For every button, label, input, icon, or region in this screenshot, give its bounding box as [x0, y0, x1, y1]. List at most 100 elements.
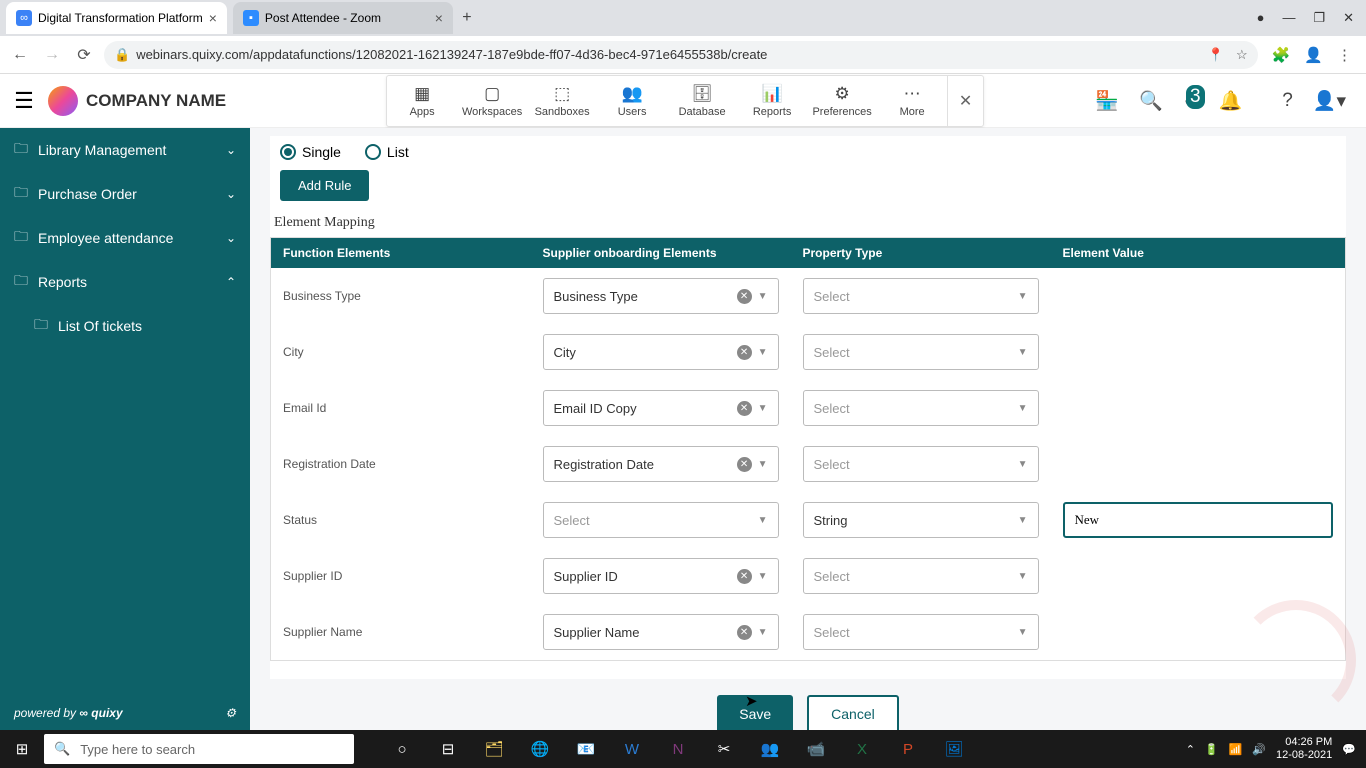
- supplier-select[interactable]: Registration Date✕▼: [543, 446, 779, 482]
- cell-property: Select▼: [791, 604, 1051, 661]
- add-rule-button[interactable]: Add Rule: [280, 170, 369, 201]
- cell-function: Business Type: [271, 268, 531, 324]
- nav-users[interactable]: 👥Users: [597, 76, 667, 126]
- cortana-icon[interactable]: ○: [384, 734, 420, 764]
- snip-icon[interactable]: ✂: [706, 734, 742, 764]
- cancel-button[interactable]: Cancel: [807, 695, 899, 730]
- folder-icon: 🗀: [14, 182, 28, 206]
- sidebar-item-reports[interactable]: 🗀 Reports ⌃: [0, 260, 250, 304]
- clear-icon[interactable]: ✕: [737, 401, 752, 416]
- battery-icon[interactable]: 🔋: [1205, 743, 1219, 756]
- powerpoint-icon[interactable]: P: [890, 734, 926, 764]
- word-icon[interactable]: W: [614, 734, 650, 764]
- clear-icon[interactable]: ✕: [737, 457, 752, 472]
- sidebar-item-employee[interactable]: 🗀 Employee attendance ⌄: [0, 216, 250, 260]
- close-icon[interactable]: ×: [209, 10, 217, 26]
- wifi-icon[interactable]: 📶: [1229, 743, 1243, 756]
- sidebar-item-library[interactable]: 🗀 Library Management ⌄: [0, 128, 250, 172]
- onenote-icon[interactable]: N: [660, 734, 696, 764]
- new-tab-button[interactable]: +: [453, 4, 481, 32]
- nav-sandboxes[interactable]: ⬚Sandboxes: [527, 76, 597, 126]
- supplier-select[interactable]: City✕▼: [543, 334, 779, 370]
- supplier-select[interactable]: Business Type✕▼: [543, 278, 779, 314]
- chrome-icon[interactable]: 🌐: [522, 734, 558, 764]
- hamburger-menu-icon[interactable]: ☰: [0, 88, 48, 114]
- notifications-icon[interactable]: 💬: [1342, 743, 1356, 756]
- back-button[interactable]: ←: [8, 43, 32, 67]
- nav-workspaces[interactable]: ▢Workspaces: [457, 76, 527, 126]
- nav-reports[interactable]: 📊Reports: [737, 76, 807, 126]
- close-icon[interactable]: ×: [435, 10, 443, 26]
- property-select[interactable]: Select▼: [803, 446, 1039, 482]
- extensions-icon[interactable]: 🧩: [1272, 46, 1291, 64]
- col-supplier: Supplier onboarding Elements: [531, 238, 791, 269]
- supplier-select[interactable]: Email ID Copy✕▼: [543, 390, 779, 426]
- nav-preferences[interactable]: ⚙Preferences: [807, 76, 877, 126]
- save-button[interactable]: Save: [717, 695, 793, 730]
- clear-icon[interactable]: ✕: [737, 345, 752, 360]
- bell-icon[interactable]: 🔔: [1219, 89, 1243, 113]
- element-value-input[interactable]: [1063, 502, 1334, 538]
- gear-icon[interactable]: ⚙: [225, 706, 236, 720]
- clear-icon[interactable]: ✕: [737, 625, 752, 640]
- explorer-icon[interactable]: 🗂: [476, 734, 512, 764]
- table-row: Supplier NameSupplier Name✕▼Select▼: [271, 604, 1346, 661]
- supplier-select[interactable]: Supplier ID✕▼: [543, 558, 779, 594]
- cell-supplier: Supplier ID✕▼: [531, 548, 791, 604]
- property-select[interactable]: Select▼: [803, 390, 1039, 426]
- nav-more[interactable]: ⋯More: [877, 76, 947, 126]
- menu-icon[interactable]: ⋮: [1337, 46, 1352, 64]
- sidebar-sub-tickets[interactable]: 🗀 List Of tickets: [0, 304, 250, 348]
- tray-chevron-icon[interactable]: ⌃: [1186, 743, 1195, 756]
- help-icon[interactable]: ?: [1282, 90, 1293, 112]
- location-icon[interactable]: 📍: [1208, 47, 1224, 63]
- property-select[interactable]: Select▼: [803, 614, 1039, 650]
- radio-list[interactable]: List: [365, 144, 409, 160]
- reload-button[interactable]: ⟳: [72, 43, 96, 67]
- address-bar[interactable]: 🔒 webinars.quixy.com/appdatafunctions/12…: [104, 41, 1258, 69]
- photos-icon[interactable]: 🖼: [936, 734, 972, 764]
- clock[interactable]: 04:26 PM 12-08-2021: [1276, 736, 1332, 762]
- tasks-icon[interactable]: ✓3: [1183, 89, 1199, 112]
- account-icon[interactable]: ●: [1257, 10, 1265, 26]
- forward-button[interactable]: →: [40, 43, 64, 67]
- user-avatar[interactable]: 👤▾: [1313, 89, 1346, 113]
- volume-icon[interactable]: 🔊: [1252, 743, 1266, 756]
- start-button[interactable]: ⊞: [0, 740, 44, 758]
- tab-inactive[interactable]: ▪ Post Attendee - Zoom ×: [233, 2, 453, 34]
- nav-database[interactable]: 🗄Database: [667, 76, 737, 126]
- taskbar-search[interactable]: 🔍 Type here to search: [44, 734, 354, 764]
- close-window-icon[interactable]: ✕: [1343, 10, 1354, 26]
- supplier-select[interactable]: Select▼: [543, 502, 779, 538]
- search-icon[interactable]: 🔍: [1139, 89, 1163, 113]
- maximize-icon[interactable]: ❐: [1313, 10, 1325, 26]
- nav-close-button[interactable]: ✕: [947, 76, 983, 126]
- nav-apps[interactable]: ▦Apps: [387, 76, 457, 126]
- supplier-select[interactable]: Supplier Name✕▼: [543, 614, 779, 650]
- caret-icon: ▼: [758, 515, 768, 526]
- tab-active[interactable]: ∞ Digital Transformation Platform ×: [6, 2, 227, 34]
- zoom-icon[interactable]: 📹: [798, 734, 834, 764]
- property-select[interactable]: String▼: [803, 502, 1039, 538]
- outlook-icon[interactable]: 📧: [568, 734, 604, 764]
- minimize-icon[interactable]: —: [1282, 10, 1295, 26]
- cell-property: Select▼: [791, 380, 1051, 436]
- mode-radio-group: Single List: [270, 140, 1346, 170]
- taskview-icon[interactable]: ⊟: [430, 734, 466, 764]
- sidebar-item-purchase[interactable]: 🗀 Purchase Order ⌄: [0, 172, 250, 216]
- property-select[interactable]: Select▼: [803, 334, 1039, 370]
- folder-icon: 🗀: [14, 226, 28, 250]
- clear-icon[interactable]: ✕: [737, 569, 752, 584]
- radio-single[interactable]: Single: [280, 144, 341, 160]
- lock-icon: 🔒: [114, 47, 130, 63]
- star-icon[interactable]: ☆: [1236, 47, 1248, 63]
- clear-icon[interactable]: ✕: [737, 289, 752, 304]
- excel-icon[interactable]: X: [844, 734, 880, 764]
- teams-icon[interactable]: 👥: [752, 734, 788, 764]
- company-logo[interactable]: COMPANY NAME: [48, 86, 226, 116]
- property-select[interactable]: Select▼: [803, 278, 1039, 314]
- property-select[interactable]: Select▼: [803, 558, 1039, 594]
- chevron-down-icon: ⌄: [226, 231, 236, 245]
- store-icon[interactable]: 🏪: [1095, 89, 1119, 113]
- profile-icon[interactable]: 👤: [1304, 46, 1323, 64]
